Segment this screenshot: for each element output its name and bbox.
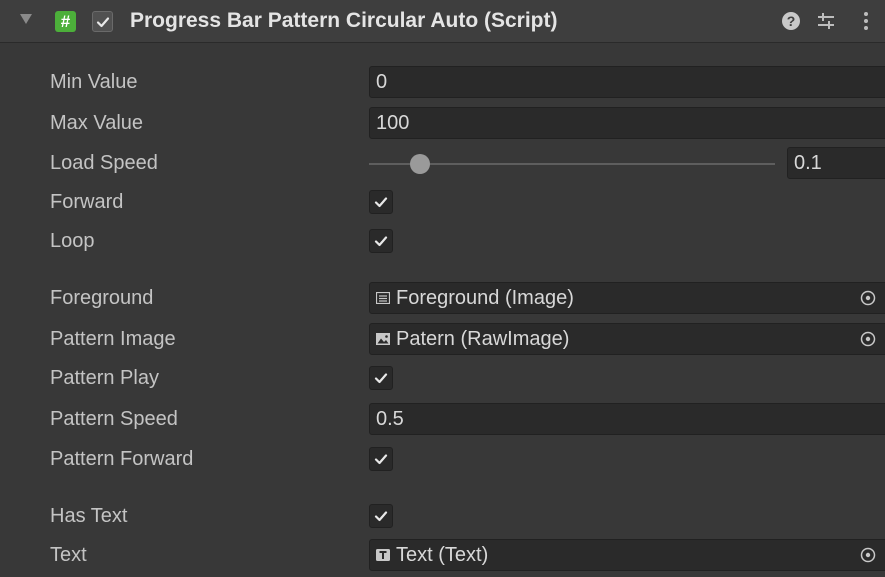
pattern-speed-label: Pattern Speed: [50, 408, 178, 430]
min-value-field[interactable]: 0: [369, 66, 885, 98]
pattern-play-checkbox[interactable]: [369, 366, 393, 390]
pattern-speed-text: 0.5: [376, 408, 404, 430]
has-text-checkbox[interactable]: [369, 504, 393, 528]
raw-image-icon: [376, 333, 390, 345]
forward-label: Forward: [50, 191, 124, 213]
max-value-field[interactable]: 100: [369, 107, 885, 139]
row-pattern-forward: Pattern Forward: [0, 440, 885, 480]
row-loop: Loop: [0, 222, 885, 262]
checkmark-icon: [374, 197, 388, 208]
text-component-icon: [376, 549, 390, 561]
load-speed-text: 0.1: [794, 152, 822, 174]
pattern-play-label: Pattern Play: [50, 367, 159, 389]
row-max-value: Max Value 100: [0, 104, 885, 144]
component-title: Progress Bar Pattern Circular Auto (Scri…: [130, 9, 558, 32]
foldout-arrow-icon[interactable]: [20, 14, 32, 24]
forward-checkbox[interactable]: [369, 190, 393, 214]
checkmark-icon: [374, 236, 388, 247]
pattern-forward-label: Pattern Forward: [50, 448, 194, 470]
component-inspector: # Progress Bar Pattern Circular Auto (Sc…: [0, 0, 885, 577]
min-value-text: 0: [376, 71, 388, 93]
checkmark-icon: [374, 511, 388, 522]
foreground-value: Foreground (Image): [396, 287, 574, 309]
loop-label: Loop: [50, 230, 95, 252]
pattern-forward-checkbox[interactable]: [369, 447, 393, 471]
row-load-speed: Load Speed 0.1: [0, 144, 885, 184]
max-value-text: 100: [376, 112, 410, 134]
image-icon: [376, 292, 390, 304]
max-value-label: Max Value: [50, 112, 144, 134]
load-speed-label: Load Speed: [50, 152, 158, 174]
checkmark-icon: [96, 17, 110, 28]
pattern-image-object-field[interactable]: Patern (RawImage): [369, 323, 885, 355]
checkmark-icon: [374, 454, 388, 465]
text-object-field[interactable]: Text (Text): [369, 539, 885, 571]
load-speed-field[interactable]: 0.1: [787, 147, 885, 179]
row-forward: Forward: [0, 183, 885, 223]
component-header[interactable]: # Progress Bar Pattern Circular Auto (Sc…: [0, 0, 885, 43]
text-label: Text: [50, 544, 87, 566]
checkmark-icon: [374, 373, 388, 384]
min-value-label: Min Value: [50, 71, 138, 93]
row-has-text: Has Text: [0, 497, 885, 537]
loop-checkbox[interactable]: [369, 229, 393, 253]
object-picker-icon[interactable]: [859, 546, 877, 564]
pattern-image-label: Pattern Image: [50, 328, 176, 350]
row-pattern-speed: Pattern Speed 0.5: [0, 400, 885, 440]
has-text-label: Has Text: [50, 505, 128, 527]
pattern-image-value: Patern (RawImage): [396, 328, 570, 350]
foreground-object-field[interactable]: Foreground (Image): [369, 282, 885, 314]
row-pattern-play: Pattern Play: [0, 359, 885, 399]
context-menu-icon[interactable]: [858, 10, 874, 32]
preset-icon[interactable]: [815, 10, 837, 32]
object-picker-icon[interactable]: [859, 330, 877, 348]
object-picker-icon[interactable]: [859, 289, 877, 307]
help-icon[interactable]: ?: [782, 12, 800, 30]
script-icon: #: [55, 11, 76, 32]
component-enabled-checkbox[interactable]: [92, 11, 113, 32]
text-value: Text (Text): [396, 544, 489, 566]
row-pattern-image: Pattern Image Patern (RawImage): [0, 320, 885, 360]
row-text: Text Text (Text): [0, 536, 885, 576]
foreground-label: Foreground: [50, 287, 154, 309]
row-foreground: Foreground Foreground (Image): [0, 279, 885, 319]
load-speed-slider-thumb[interactable]: [409, 154, 430, 174]
row-min-value: Min Value 0: [0, 63, 885, 103]
load-speed-slider-track[interactable]: [369, 163, 775, 165]
pattern-speed-field[interactable]: 0.5: [369, 403, 885, 435]
